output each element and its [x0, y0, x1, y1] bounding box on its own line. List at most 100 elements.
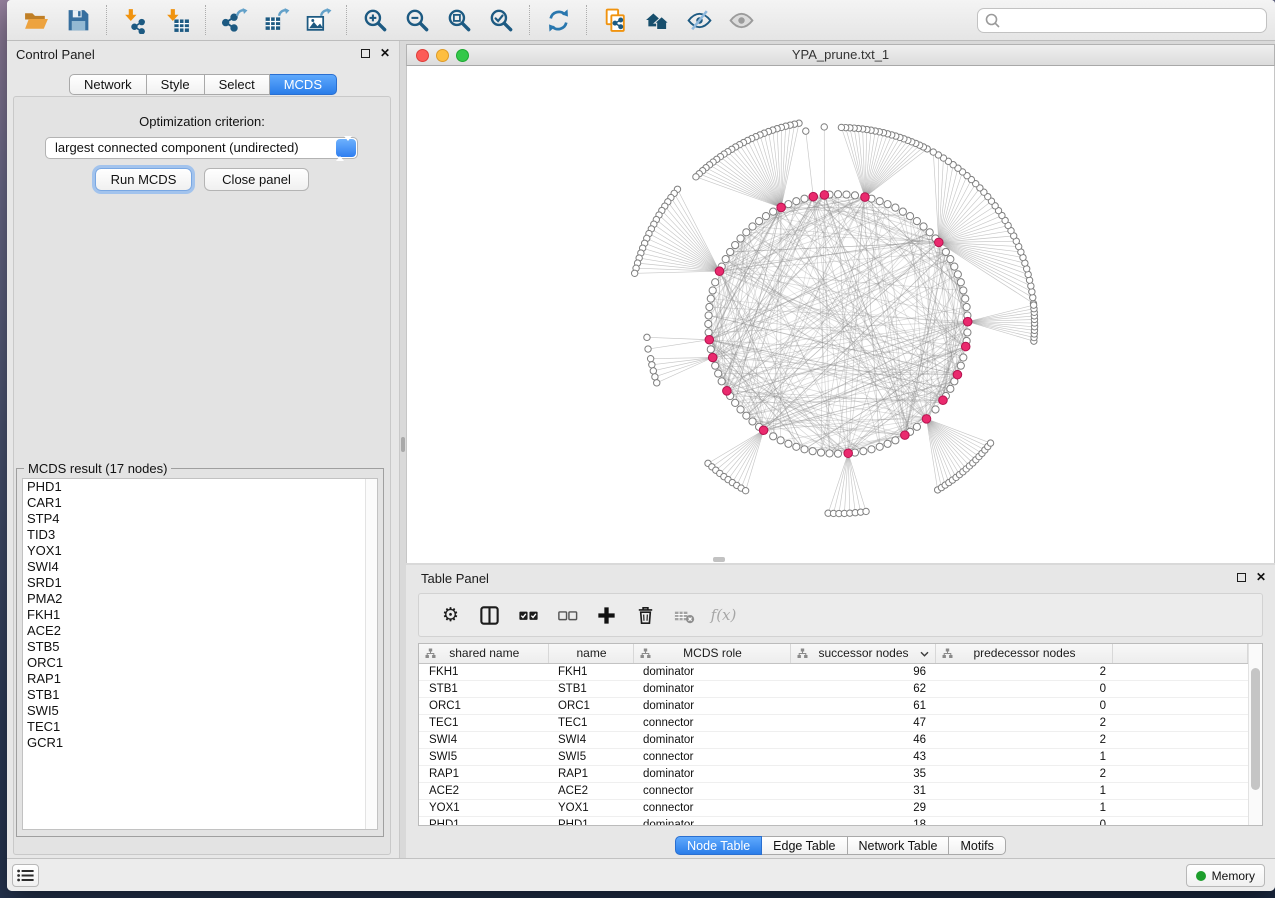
settings-button[interactable]: ⚙	[431, 600, 470, 630]
table-row[interactable]: RAP1RAP1dominator352	[419, 766, 1248, 783]
tab-style[interactable]: Style	[147, 74, 205, 95]
table-cell[interactable]: dominator	[633, 681, 790, 698]
float-panel-icon[interactable]	[1237, 573, 1246, 582]
table-cell[interactable]: ACE2	[548, 783, 633, 800]
table-cell[interactable]: ACE2	[419, 783, 548, 800]
table-cell[interactable]: 29	[790, 800, 935, 817]
table-cell[interactable]: STB1	[419, 681, 548, 698]
table-cell[interactable]: TEC1	[419, 715, 548, 732]
network-hscroll-thumb[interactable]	[713, 557, 725, 562]
table-cell[interactable]: dominator	[633, 732, 790, 749]
table-cell[interactable]: STB1	[548, 681, 633, 698]
tab-mcds[interactable]: MCDS	[270, 74, 337, 95]
first-neighbors-button[interactable]	[636, 2, 678, 38]
table-cell[interactable]: YOX1	[548, 800, 633, 817]
table-cell[interactable]: 31	[790, 783, 935, 800]
table-scrollbar-thumb[interactable]	[1251, 668, 1260, 790]
table-row[interactable]: PHD1PHD1dominator180	[419, 817, 1248, 827]
table-cell[interactable]: 0	[935, 817, 1112, 827]
table-cell[interactable]: 61	[790, 698, 935, 715]
table-cell[interactable]: ORC1	[548, 698, 633, 715]
mcds-result-item[interactable]: RAP1	[23, 671, 377, 687]
table-row[interactable]: FKH1FKH1dominator962	[419, 664, 1248, 681]
tab-node-table[interactable]: Node Table	[675, 836, 762, 855]
mcds-result-item[interactable]: YOX1	[23, 543, 377, 559]
mcds-result-item[interactable]: FKH1	[23, 607, 377, 623]
column-header-successor-nodes[interactable]: successor nodes	[790, 644, 935, 664]
table-cell[interactable]: 0	[935, 698, 1112, 715]
table-cell[interactable]: 35	[790, 766, 935, 783]
window-minimize-button[interactable]	[436, 49, 449, 62]
mcds-result-item[interactable]: SWI4	[23, 559, 377, 575]
mcds-result-item[interactable]: STB1	[23, 687, 377, 703]
column-selector-button[interactable]	[470, 600, 509, 630]
import-network-button[interactable]	[114, 2, 156, 38]
table-row[interactable]: ORC1ORC1dominator610	[419, 698, 1248, 715]
table-row[interactable]: YOX1YOX1connector291	[419, 800, 1248, 817]
table-cell[interactable]: dominator	[633, 664, 790, 681]
table-cell[interactable]: SWI4	[548, 732, 633, 749]
mcds-result-list[interactable]: PHD1CAR1STP4TID3YOX1SWI4SRD1PMA2FKH1ACE2…	[22, 478, 378, 830]
deselect-all-button[interactable]	[548, 600, 587, 630]
close-panel-icon[interactable]: ✕	[380, 48, 390, 58]
zoom-selected-button[interactable]	[480, 2, 522, 38]
mcds-result-item[interactable]: TEC1	[23, 719, 377, 735]
table-cell[interactable]: dominator	[633, 698, 790, 715]
table-cell[interactable]: RAP1	[419, 766, 548, 783]
table-cell[interactable]: PHD1	[419, 817, 548, 827]
clone-network-button[interactable]	[594, 2, 636, 38]
run-mcds-button[interactable]: Run MCDS	[95, 168, 192, 191]
table-cell[interactable]: RAP1	[548, 766, 633, 783]
mcds-result-item[interactable]: PMA2	[23, 591, 377, 607]
table-cell[interactable]: ORC1	[419, 698, 548, 715]
table-cell[interactable]: 96	[790, 664, 935, 681]
mcds-result-item[interactable]: SRD1	[23, 575, 377, 591]
table-cell[interactable]: TEC1	[548, 715, 633, 732]
mcds-result-item[interactable]: SWI5	[23, 703, 377, 719]
import-table-button[interactable]	[156, 2, 198, 38]
window-zoom-button[interactable]	[456, 49, 469, 62]
tab-motifs[interactable]: Motifs	[949, 836, 1005, 855]
table-cell[interactable]: 46	[790, 732, 935, 749]
task-history-button[interactable]	[12, 864, 39, 887]
table-cell[interactable]: 1	[935, 783, 1112, 800]
tab-network-table[interactable]: Network Table	[848, 836, 950, 855]
search-box[interactable]	[977, 8, 1267, 33]
tab-edge-table[interactable]: Edge Table	[762, 836, 847, 855]
splitter-thumb[interactable]	[401, 437, 405, 452]
mcds-result-item[interactable]: PHD1	[23, 479, 377, 495]
memory-button[interactable]: Memory	[1186, 864, 1265, 887]
select-all-button[interactable]	[509, 600, 548, 630]
table-row[interactable]: STB1STB1dominator620	[419, 681, 1248, 698]
table-cell[interactable]: connector	[633, 800, 790, 817]
table-cell[interactable]: 1	[935, 800, 1112, 817]
export-network-button[interactable]	[213, 2, 255, 38]
export-table-button[interactable]	[255, 2, 297, 38]
mcds-result-item[interactable]: STP4	[23, 511, 377, 527]
save-session-button[interactable]	[57, 2, 99, 38]
table-cell[interactable]: connector	[633, 783, 790, 800]
zoom-out-button[interactable]	[396, 2, 438, 38]
table-row[interactable]: SWI4SWI4dominator462	[419, 732, 1248, 749]
list-scrollbar[interactable]	[365, 479, 377, 829]
tab-network[interactable]: Network	[69, 74, 147, 95]
show-all-button[interactable]	[720, 2, 762, 38]
table-cell[interactable]: connector	[633, 715, 790, 732]
zoom-fit-button[interactable]	[438, 2, 480, 38]
mcds-result-item[interactable]: TID3	[23, 527, 377, 543]
mcds-result-item[interactable]: GCR1	[23, 735, 377, 751]
create-column-button[interactable]	[587, 600, 626, 630]
table-cell[interactable]: 2	[935, 732, 1112, 749]
close-panel-icon[interactable]: ✕	[1256, 572, 1266, 582]
table-cell[interactable]: 18	[790, 817, 935, 827]
table-row[interactable]: TEC1TEC1connector472	[419, 715, 1248, 732]
table-cell[interactable]: 2	[935, 766, 1112, 783]
table-cell[interactable]: 62	[790, 681, 935, 698]
refresh-view-button[interactable]	[537, 2, 579, 38]
table-cell[interactable]: dominator	[633, 766, 790, 783]
zoom-in-button[interactable]	[354, 2, 396, 38]
open-file-button[interactable]	[15, 2, 57, 38]
table-cell[interactable]: FKH1	[548, 664, 633, 681]
mcds-result-item[interactable]: STB5	[23, 639, 377, 655]
table-row[interactable]: ACE2ACE2connector311	[419, 783, 1248, 800]
